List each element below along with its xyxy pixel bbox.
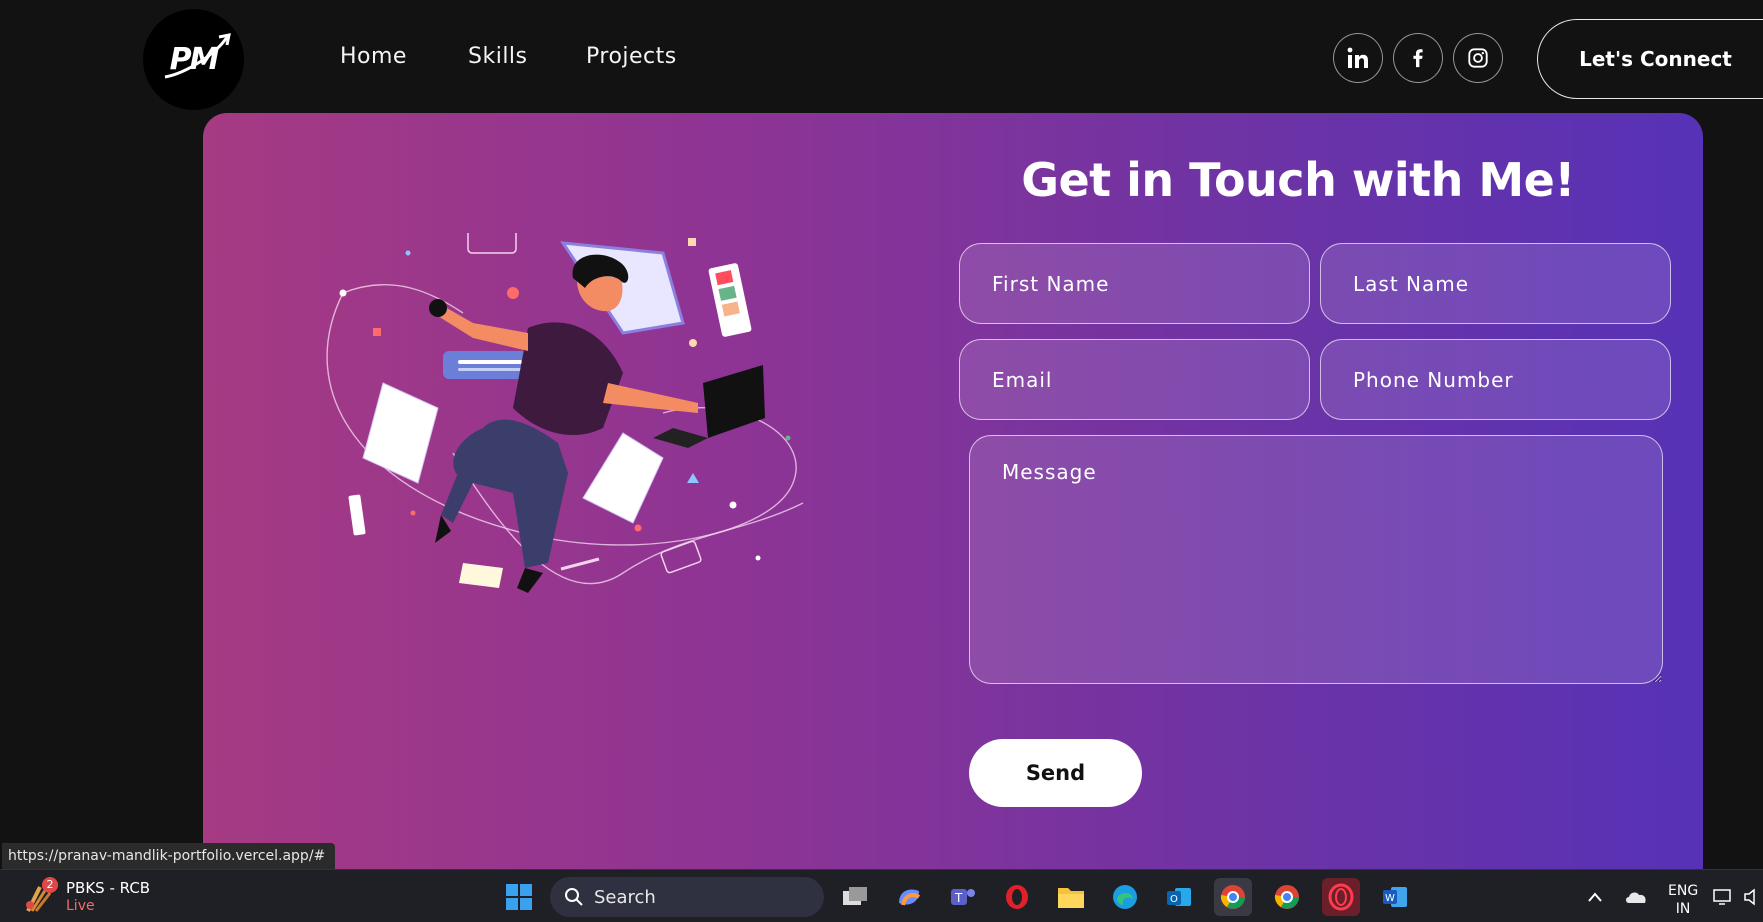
contact-section: Get in Touch with Me! Send — [203, 113, 1703, 873]
linkedin-icon — [1347, 47, 1368, 68]
first-name-input[interactable] — [959, 243, 1310, 324]
logo[interactable]: PM — [143, 9, 244, 110]
file-explorer-icon[interactable] — [1052, 878, 1090, 916]
teams-icon[interactable]: T — [944, 878, 982, 916]
network-icon[interactable] — [1710, 878, 1736, 916]
search-label: Search — [594, 886, 656, 908]
chevron-up-icon[interactable] — [1576, 878, 1614, 916]
svg-text:O: O — [1170, 894, 1178, 905]
taskbar: 2 PBKS - RCB Live Search T O W ENG IN — [0, 869, 1763, 922]
widget-subtitle: Live — [66, 898, 95, 914]
last-name-input[interactable] — [1320, 243, 1671, 324]
chrome-icon[interactable] — [1214, 878, 1252, 916]
opera-gx-icon[interactable] — [1322, 878, 1360, 916]
facebook-button[interactable] — [1393, 33, 1443, 83]
task-view-icon[interactable] — [836, 878, 874, 916]
facebook-icon — [1413, 49, 1423, 68]
notification-badge: 2 — [42, 877, 58, 893]
lets-connect-button[interactable]: Let's Connect — [1537, 19, 1763, 99]
instagram-button[interactable] — [1453, 33, 1503, 83]
onedrive-icon[interactable] — [1617, 878, 1655, 916]
instagram-icon — [1468, 48, 1488, 68]
opera-icon[interactable] — [998, 878, 1036, 916]
taskbar-widget[interactable]: 2 PBKS - RCB Live — [22, 875, 172, 919]
phone-number-input[interactable] — [1320, 339, 1671, 420]
nav-link-skills[interactable]: Skills — [468, 44, 528, 69]
page: PM Home Skills Projects Let's Connect Ge… — [0, 0, 1763, 922]
status-bar-url: https://pranav-mandlik-portfolio.vercel.… — [2, 843, 336, 869]
windows-start-icon[interactable] — [500, 878, 538, 916]
outlook-icon[interactable]: O — [1160, 878, 1198, 916]
linkedin-button[interactable] — [1333, 33, 1383, 83]
nav-link-home[interactable]: Home — [340, 44, 407, 69]
contact-illustration — [326, 233, 804, 593]
language-indicator[interactable]: ENG IN — [1668, 882, 1698, 918]
message-textarea[interactable] — [969, 435, 1663, 684]
volume-icon[interactable] — [1740, 878, 1762, 916]
contact-title: Get in Touch with Me! — [1021, 153, 1575, 207]
edge-icon[interactable] — [1106, 878, 1144, 916]
chrome-profile-icon[interactable] — [1268, 878, 1306, 916]
taskbar-search-box[interactable]: Search — [550, 877, 824, 917]
svg-text:T: T — [954, 891, 963, 905]
lang-line-1: ENG — [1668, 883, 1699, 899]
lang-line-2: IN — [1675, 901, 1691, 917]
email-input[interactable] — [959, 339, 1310, 420]
widget-title: PBKS - RCB — [66, 879, 151, 897]
svg-text:W: W — [1385, 893, 1395, 904]
nav-link-projects[interactable]: Projects — [586, 44, 677, 69]
send-button[interactable]: Send — [969, 739, 1142, 807]
search-icon — [565, 888, 583, 906]
copilot-icon[interactable] — [890, 878, 928, 916]
logo-swoosh-icon — [164, 33, 231, 79]
navbar: PM Home Skills Projects Let's Connect — [0, 0, 1763, 115]
word-icon[interactable]: W — [1376, 878, 1414, 916]
